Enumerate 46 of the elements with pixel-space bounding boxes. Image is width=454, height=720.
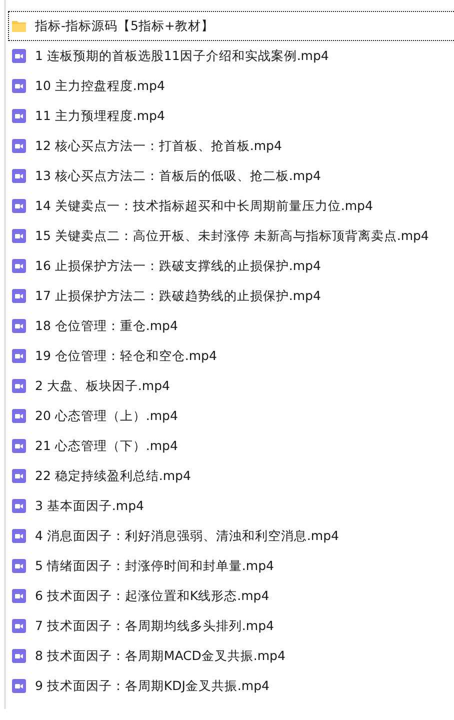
video-file-icon: [11, 108, 27, 124]
file-row[interactable]: 1 连板预期的首板选股11因子介绍和实战案例.mp4: [8, 41, 454, 71]
video-file-icon: [11, 648, 27, 664]
file-row[interactable]: 5 情绪面因子：封涨停时间和封单量.mp4: [8, 551, 454, 581]
file-row[interactable]: 18 仓位管理：重仓.mp4: [8, 311, 454, 341]
video-file-icon: [11, 258, 27, 274]
video-file-icon: [11, 348, 27, 364]
folder-icon: [11, 18, 27, 34]
video-file-icon: [11, 528, 27, 544]
file-row[interactable]: 8 技术面因子：各周期MACD金叉共振.mp4: [8, 641, 454, 671]
video-file-icon: [11, 438, 27, 454]
video-file-icon: [11, 378, 27, 394]
video-file-icon: [11, 288, 27, 304]
video-file-icon: [11, 168, 27, 184]
file-row[interactable]: 6 技术面因子：起涨位置和K线形态.mp4: [8, 581, 454, 611]
video-file-icon: [11, 138, 27, 154]
video-file-icon: [11, 498, 27, 514]
video-file-icon: [11, 198, 27, 214]
file-row[interactable]: 12 核心买点方法一：打首板、抢首板.mp4: [8, 131, 454, 161]
file-row[interactable]: 14 关键卖点一：技术指标超买和中长周期前量压力位.mp4: [8, 191, 454, 221]
file-row[interactable]: 15 关键卖点二：高位开板、未封涨停 未新高与指标顶背离卖点.mp4: [8, 221, 454, 251]
file-row[interactable]: 13 核心买点方法二：首板后的低吸、抢二板.mp4: [8, 161, 454, 191]
video-file-icon: [11, 618, 27, 634]
file-row[interactable]: 4 消息面因子：利好消息强弱、清浊和利空消息.mp4: [8, 521, 454, 551]
video-file-icon: [11, 408, 27, 424]
file-row[interactable]: 指标-指标源码【5指标+教材】: [8, 11, 454, 41]
file-row[interactable]: 2 大盘、板块因子.mp4: [8, 371, 454, 401]
file-row[interactable]: 19 仓位管理：轻仓和空仓.mp4: [8, 341, 454, 371]
video-file-icon: [11, 468, 27, 484]
video-file-icon: [11, 228, 27, 244]
file-row[interactable]: 9 技术面因子：各周期KDJ金叉共振.mp4: [8, 671, 454, 701]
video-file-icon: [11, 78, 27, 94]
video-file-icon: [11, 678, 27, 694]
file-row[interactable]: 16 止损保护方法一：跌破支撑线的止损保护.mp4: [8, 251, 454, 281]
file-row[interactable]: 3 基本面因子.mp4: [8, 491, 454, 521]
file-row[interactable]: 11 主力预埋程度.mp4: [8, 101, 454, 131]
video-file-icon: [11, 588, 27, 604]
file-row[interactable]: 7 技术面因子：各周期均线多头排列.mp4: [8, 611, 454, 641]
file-row[interactable]: 21 心态管理（下）.mp4: [8, 431, 454, 461]
video-file-icon: [11, 558, 27, 574]
file-row[interactable]: 17 止损保护方法二：跌破趋势线的止损保护.mp4: [8, 281, 454, 311]
video-file-icon: [11, 318, 27, 334]
file-row[interactable]: 10 主力控盘程度.mp4: [8, 71, 454, 101]
file-row[interactable]: 20 心态管理（上）.mp4: [8, 401, 454, 431]
video-file-icon: [11, 48, 27, 64]
file-row[interactable]: 22 稳定持续盈利总结.mp4: [8, 461, 454, 491]
